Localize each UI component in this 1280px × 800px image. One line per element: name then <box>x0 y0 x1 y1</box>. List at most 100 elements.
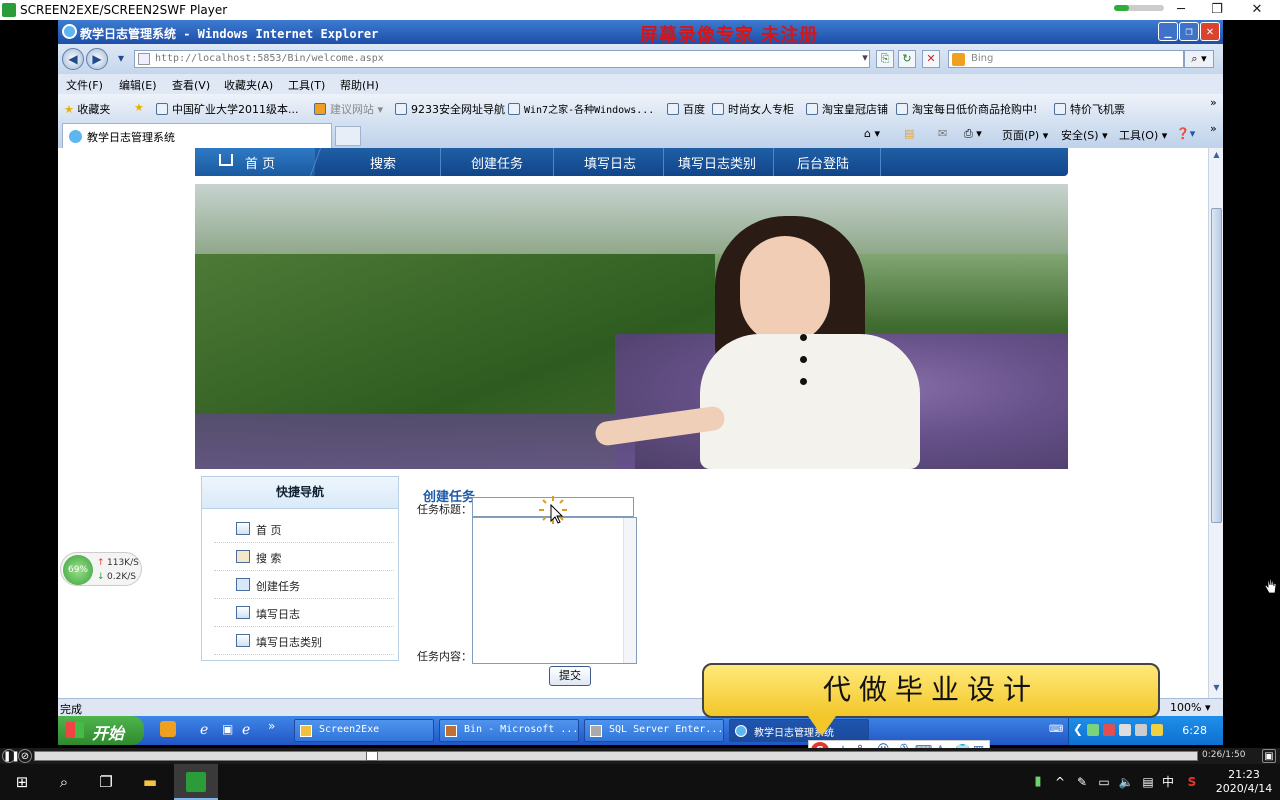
side-nav-log-category[interactable]: 填写日志类别 <box>214 627 394 655</box>
close-button[interactable]: ✕ <box>1242 1 1272 19</box>
volume-icon[interactable]: 🔈 <box>1116 772 1136 792</box>
fav-link-4[interactable]: Win7之家-各种Windows... <box>508 101 654 116</box>
fav-link-6[interactable]: 时尚女人专柜 <box>712 101 794 117</box>
tray-expand-icon[interactable]: ❮ <box>1073 722 1083 736</box>
clock[interactable]: 21:23 2020/4/14 <box>1214 768 1274 796</box>
ie-minimize-button[interactable]: _ <box>1158 22 1178 41</box>
file-explorer-icon[interactable]: ▬ <box>140 772 160 792</box>
fav-link-3[interactable]: 9233安全网址导航 <box>395 101 505 117</box>
player-taskbar-button[interactable] <box>174 764 218 800</box>
zoom-level[interactable]: 100% ▾ <box>1170 701 1210 714</box>
task-content-textarea[interactable] <box>472 517 637 664</box>
safety-menu[interactable]: 安全(S) ▾ <box>1061 127 1108 143</box>
stop-icon[interactable]: ✕ <box>922 50 940 68</box>
battery-icon[interactable]: ▮ <box>1028 772 1048 792</box>
fav-overflow-icon[interactable]: » <box>1210 96 1217 109</box>
pen-icon[interactable]: ✎ <box>1072 772 1092 792</box>
fullscreen-button[interactable]: ▣ <box>1262 749 1276 763</box>
start-button[interactable]: 开始 <box>58 716 144 745</box>
page-menu[interactable]: 页面(P) ▾ <box>1002 127 1048 143</box>
add-favorite-icon[interactable]: ★ <box>134 101 144 114</box>
pause-button[interactable]: ❚❚ <box>2 749 20 763</box>
quicklaunch-app-icon[interactable] <box>160 721 176 737</box>
nav-admin-login[interactable]: 后台登陆 <box>797 153 849 172</box>
menu-help[interactable]: 帮助(H) <box>340 77 379 93</box>
fav-link-5[interactable]: 百度 <box>667 101 705 117</box>
menu-file[interactable]: 文件(F) <box>66 77 103 93</box>
compatibility-icon[interactable]: ⎘ <box>876 50 894 68</box>
nav-write-log[interactable]: 填写日志 <box>584 153 636 172</box>
fav-link-2[interactable]: 建议网站 ▾ <box>314 101 383 117</box>
favorites-button[interactable]: ★ 收藏夹 <box>64 101 110 117</box>
keyboard-icon[interactable]: ⌨ <box>1049 724 1063 735</box>
quicklaunch-app3-icon[interactable]: ℯ <box>242 722 250 738</box>
side-nav-write-log[interactable]: 填写日志 <box>214 599 394 627</box>
network-speed-widget[interactable]: 69% ↑ 113K/S ↓ 0.2K/S <box>60 552 142 586</box>
nav-search[interactable]: 搜索 <box>370 153 396 172</box>
fav-link-7[interactable]: 淘宝皇冠店铺 <box>806 101 888 117</box>
task-view-icon[interactable]: ❐ <box>96 772 116 792</box>
tray-volume-icon[interactable] <box>1135 724 1147 736</box>
forward-button[interactable]: ▶ <box>86 48 108 70</box>
task-ie[interactable]: 教学日志管理系统 <box>729 719 869 742</box>
tray-app-icon[interactable] <box>1087 724 1099 736</box>
scroll-down-icon[interactable]: ▼ <box>1211 683 1222 695</box>
ie-close-button[interactable]: ✕ <box>1200 22 1220 41</box>
ie-restore-button[interactable]: ❐ <box>1179 22 1199 41</box>
task-screen2exe[interactable]: Screen2Exe <box>294 719 434 742</box>
back-button[interactable]: ◀ <box>62 48 84 70</box>
new-tab-button[interactable] <box>335 126 361 146</box>
windows-start-icon[interactable]: ⊞ <box>12 772 32 792</box>
fav-link-1[interactable]: 中国矿业大学2011级本... <box>156 101 298 117</box>
tab-active[interactable]: 教学日志管理系统 <box>62 123 332 148</box>
quicklaunch-ie-icon[interactable]: ℯ <box>200 722 208 738</box>
task-sql[interactable]: SQL Server Enter... <box>584 719 724 742</box>
help-icon[interactable]: ❓▾ <box>1176 127 1195 140</box>
tray-up-icon[interactable]: ^ <box>1050 772 1070 792</box>
quicklaunch-overflow-icon[interactable]: » <box>268 719 275 733</box>
search-input[interactable]: Bing <box>948 50 1184 68</box>
side-nav-create-task[interactable]: 创建任务 <box>214 571 394 599</box>
search-icon[interactable]: ⌕ <box>54 772 74 792</box>
menu-favorites[interactable]: 收藏夹(A) <box>224 77 273 93</box>
fav-link-9[interactable]: 特价飞机票 <box>1054 101 1125 117</box>
textarea-scrollbar[interactable] <box>623 518 636 663</box>
side-nav-search[interactable]: 搜 索 <box>214 543 394 571</box>
history-dropdown-icon[interactable]: ▾ <box>110 48 132 70</box>
restore-button[interactable]: ❐ <box>1202 1 1232 19</box>
tray-update-icon[interactable] <box>1151 724 1163 736</box>
task-vs[interactable]: Bin - Microsoft ... <box>439 719 579 742</box>
quicklaunch-app2-icon[interactable]: ▣ <box>222 722 233 736</box>
nav-log-category[interactable]: 填写日志类别 <box>678 153 756 172</box>
search-button[interactable]: ⌕ ▾ <box>1184 50 1214 68</box>
nav-create-task[interactable]: 创建任务 <box>471 153 523 172</box>
sogou-tray-icon[interactable]: S <box>1182 772 1202 792</box>
cmd-overflow-icon[interactable]: » <box>1210 122 1217 135</box>
page-scrollbar[interactable]: ▲ ▼ <box>1208 148 1223 698</box>
menu-tools[interactable]: 工具(T) <box>288 77 325 93</box>
address-input[interactable]: http://localhost:5853/Bin/welcome.aspx <box>134 50 870 68</box>
win-ime-mode[interactable]: 中 <box>1158 772 1178 792</box>
stop-button[interactable]: ⊘ <box>18 749 32 763</box>
mail-icon[interactable]: ✉ <box>938 127 947 140</box>
seek-knob[interactable] <box>365 751 378 761</box>
minimize-button[interactable]: ─ <box>1166 1 1196 19</box>
fav-link-8[interactable]: 淘宝每日低价商品抢购中! <box>896 101 1037 117</box>
submit-button[interactable]: 提交 <box>549 666 591 686</box>
tray-security-icon[interactable] <box>1103 724 1115 736</box>
menu-view[interactable]: 查看(V) <box>172 77 210 93</box>
side-nav-home[interactable]: 首 页 <box>214 515 394 543</box>
network-icon[interactable]: ▭ <box>1094 772 1114 792</box>
feeds-icon[interactable]: ▤ <box>904 127 914 140</box>
nav-home[interactable]: 首 页 <box>195 148 315 176</box>
tray-network-icon[interactable] <box>1119 724 1131 736</box>
address-dropdown-icon[interactable]: ▾ <box>856 50 874 68</box>
print-icon[interactable]: ⎙ ▾ <box>964 127 982 141</box>
tools-menu[interactable]: 工具(O) ▾ <box>1119 127 1167 143</box>
seek-bar[interactable] <box>34 751 1198 761</box>
scroll-thumb[interactable] <box>1211 208 1222 523</box>
notification-icon[interactable]: ▤ <box>1138 772 1158 792</box>
refresh-icon[interactable]: ↻ <box>898 50 916 68</box>
scroll-up-icon[interactable]: ▲ <box>1211 150 1222 162</box>
menu-edit[interactable]: 编辑(E) <box>119 77 157 93</box>
